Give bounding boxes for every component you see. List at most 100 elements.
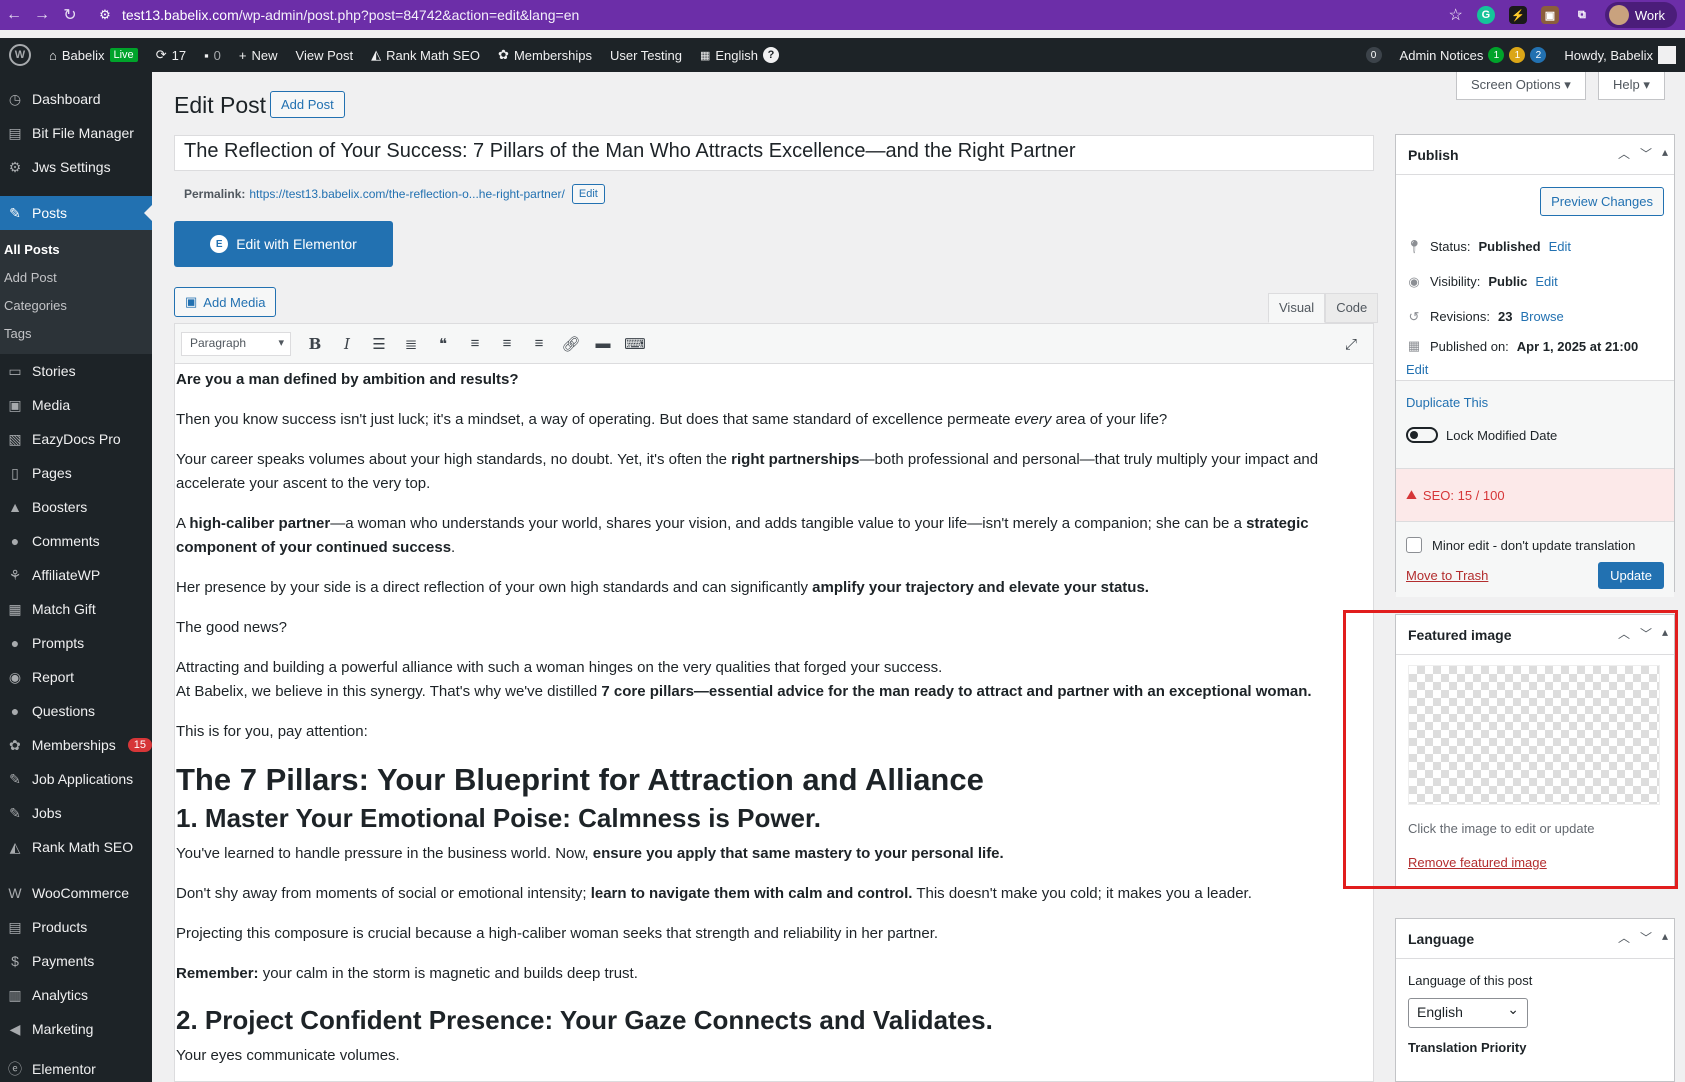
move-up-icon[interactable]: ︿ xyxy=(1618,929,1630,946)
wp-logo-menu[interactable]: W xyxy=(0,38,40,72)
fullscreen-icon[interactable]: ⤢ xyxy=(1337,330,1365,358)
sidebar-item-elementor[interactable]: ⓔ Elementor xyxy=(0,1052,152,1082)
address-bar[interactable]: test13.babelix.com/wp-admin/post.php?pos… xyxy=(122,7,579,23)
edit-with-elementor-button[interactable]: E Edit with Elementor xyxy=(174,221,393,267)
align-center-icon[interactable]: ≡ xyxy=(493,330,521,358)
notice-count[interactable]: 0 xyxy=(1357,38,1391,72)
add-media-button[interactable]: ▣ Add Media xyxy=(174,287,277,317)
italic-icon[interactable]: I xyxy=(333,330,361,358)
admin-notices-menu[interactable]: Admin Notices 1 1 2 xyxy=(1391,38,1556,72)
format-select[interactable]: Paragraph xyxy=(181,331,291,356)
language-box: Language ︿ ﹀ ▴ Language of this post Engli… xyxy=(1395,918,1675,1082)
rank-math-menu[interactable]: ◭ Rank Math SEO xyxy=(362,38,489,72)
sidebar-item-products[interactable]: ▤ Products xyxy=(0,910,152,944)
user-testing-menu[interactable]: User Testing xyxy=(601,38,691,72)
language-select[interactable]: English xyxy=(1408,998,1528,1028)
extensions-puzzle-icon[interactable]: ⧉ xyxy=(1573,6,1591,24)
help-button[interactable]: Help ▾ xyxy=(1598,72,1665,100)
sidebar-item-rank-math-seo[interactable]: ◭ Rank Math SEO xyxy=(0,830,152,864)
submenu-categories[interactable]: Categories xyxy=(0,292,152,320)
megaphone-icon: ◀ xyxy=(9,1021,21,1037)
bullet-list-icon[interactable]: ☰ xyxy=(365,330,393,358)
sidebar-item-bit-file-manager[interactable]: ▤ Bit File Manager xyxy=(0,116,152,150)
sidebar-item-posts[interactable]: ✎ Posts xyxy=(0,196,152,230)
bold-icon[interactable]: B xyxy=(301,330,329,358)
paragraph: This is for you, pay attention: xyxy=(176,723,368,740)
blockquote-icon[interactable]: ❝ xyxy=(429,330,457,358)
sidebar-item-jobs[interactable]: ✎ Jobs xyxy=(0,796,152,830)
reload-icon[interactable]: ↻ xyxy=(56,5,84,25)
sidebar-item-marketing[interactable]: ◀ Marketing xyxy=(0,1012,152,1046)
comments-menu[interactable]: ▪ 0 xyxy=(195,38,230,72)
sidebar-item-match-gift[interactable]: ▦ Match Gift xyxy=(0,592,152,626)
forward-icon[interactable]: → xyxy=(28,6,56,24)
tab-visual[interactable]: Visual xyxy=(1268,293,1326,323)
published-edit-link[interactable]: Edit xyxy=(1406,362,1428,377)
permalink-url[interactable]: https://test13.babelix.com/the-reflectio… xyxy=(249,187,565,201)
extension-icon[interactable]: ⚡ xyxy=(1508,6,1527,24)
site-name-menu[interactable]: ⌂ Babelix Live xyxy=(40,38,147,72)
tab-code[interactable]: Code xyxy=(1325,293,1379,323)
link-icon[interactable]: 🔗︎ xyxy=(557,330,585,358)
view-post-link[interactable]: View Post xyxy=(287,38,363,72)
permalink-edit-button[interactable]: Edit xyxy=(571,184,605,204)
back-icon[interactable]: ← xyxy=(0,6,28,24)
sidebar-item-job-applications[interactable]: ✎ Job Applications xyxy=(0,762,152,796)
align-left-icon[interactable]: ≡ xyxy=(461,330,489,358)
sidebar-item-comments[interactable]: ● Comments xyxy=(0,524,152,558)
post-title-input[interactable]: The Reflection of Your Success: 7 Pillar… xyxy=(174,135,1374,171)
move-down-icon[interactable]: ﹀ xyxy=(1640,145,1652,162)
sidebar-item-media[interactable]: ▣ Media xyxy=(0,388,152,422)
move-to-trash-link[interactable]: Move to Trash xyxy=(1406,568,1488,583)
seo-score[interactable]: ⛰ SEO: 15 / 100 xyxy=(1396,469,1674,521)
sidebar-item-stories[interactable]: ▭ Stories xyxy=(0,354,152,388)
align-right-icon[interactable]: ≡ xyxy=(525,330,553,358)
visibility-row: ◉ Visibility: Public Edit xyxy=(1396,264,1674,299)
help-icon: ? xyxy=(763,47,780,63)
sidebar-item-payments[interactable]: $ Payments xyxy=(0,944,152,978)
extension-icon[interactable]: ▣ xyxy=(1540,6,1559,24)
editor-content[interactable]: Are you a man defined by ambition and re… xyxy=(175,364,1373,1068)
site-info-icon[interactable]: ⚙ xyxy=(94,7,116,23)
account-menu[interactable]: Howdy, Babelix xyxy=(1555,38,1685,72)
submenu-tags[interactable]: Tags xyxy=(0,320,152,348)
grammarly-extension-icon[interactable]: G xyxy=(1476,6,1495,24)
sidebar-item-woocommerce[interactable]: W WooCommerce xyxy=(0,876,152,910)
profile-button[interactable]: Work xyxy=(1604,2,1677,28)
sidebar-item-jws-settings[interactable]: ⚙ Jws Settings xyxy=(0,150,152,184)
collapse-icon[interactable]: ▴ xyxy=(1662,145,1668,162)
move-down-icon[interactable]: ﹀ xyxy=(1640,929,1652,946)
move-up-icon[interactable]: ︿ xyxy=(1618,145,1630,162)
sidebar-item-affiliatewp[interactable]: ⚘ AffiliateWP xyxy=(0,558,152,592)
sidebar-item-memberships[interactable]: ✿ Memberships 15 xyxy=(0,728,152,762)
sidebar-item-prompts[interactable]: ● Prompts xyxy=(0,626,152,660)
sidebar-item-analytics[interactable]: ▥ Analytics xyxy=(0,978,152,1012)
updates-menu[interactable]: ⟳ 17 xyxy=(147,38,195,72)
numbered-list-icon[interactable]: ≣ xyxy=(397,330,425,358)
sidebar-item-dashboard[interactable]: ◷ Dashboard xyxy=(0,82,152,116)
collapse-icon[interactable]: ▴ xyxy=(1662,929,1668,946)
screen-options-button[interactable]: Screen Options ▾ xyxy=(1456,72,1586,100)
star-icon[interactable]: ☆ xyxy=(1449,5,1463,25)
preview-changes-button[interactable]: Preview Changes xyxy=(1540,187,1664,216)
sidebar-item-report[interactable]: ◉ Report xyxy=(0,660,152,694)
read-more-icon[interactable]: ▬ xyxy=(589,330,617,358)
duplicate-link[interactable]: Duplicate This xyxy=(1406,395,1488,410)
submenu-all-posts[interactable]: All Posts xyxy=(0,236,152,264)
add-post-button[interactable]: Add Post xyxy=(270,91,345,118)
sidebar-item-questions[interactable]: ● Questions xyxy=(0,694,152,728)
update-button[interactable]: Update xyxy=(1598,562,1664,589)
visibility-edit-link[interactable]: Edit xyxy=(1535,274,1557,289)
sidebar-item-eazydocs-pro[interactable]: ▧ EazyDocs Pro xyxy=(0,422,152,456)
browse-revisions-link[interactable]: Browse xyxy=(1520,309,1563,324)
lock-modified-toggle[interactable] xyxy=(1406,427,1438,443)
submenu-add-post[interactable]: Add Post xyxy=(0,264,152,292)
new-content-menu[interactable]: + New xyxy=(230,38,287,72)
language-switcher[interactable]: ▦ English? xyxy=(691,38,788,72)
sidebar-item-boosters[interactable]: ▲ Boosters xyxy=(0,490,152,524)
minor-edit-checkbox[interactable] xyxy=(1406,537,1422,553)
toolbar-toggle-icon[interactable]: ⌨ xyxy=(621,330,649,358)
memberships-menu[interactable]: ✿ Memberships xyxy=(489,38,601,72)
status-edit-link[interactable]: Edit xyxy=(1549,239,1571,254)
sidebar-item-pages[interactable]: ▯ Pages xyxy=(0,456,152,490)
